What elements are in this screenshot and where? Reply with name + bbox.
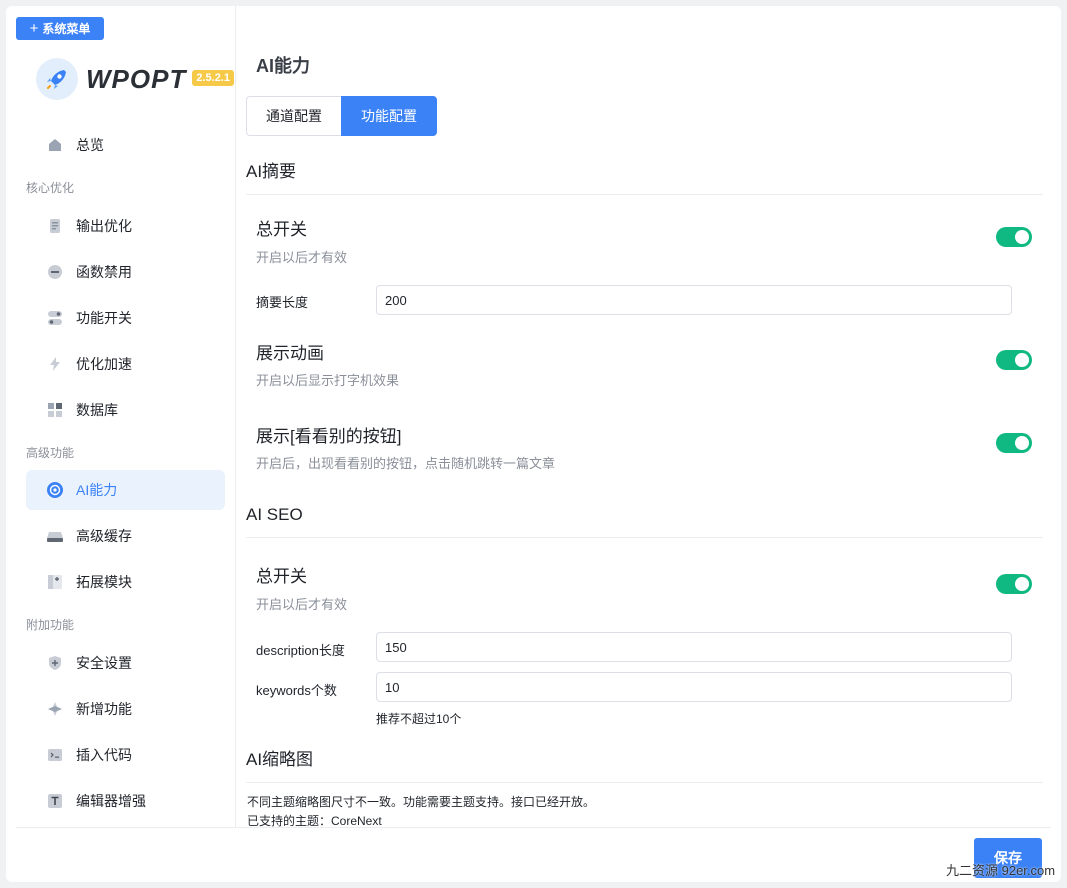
animation-desc: 开启以后显示打字机效果 (256, 373, 400, 388)
sidebar-item-label: 优化加速 (76, 356, 132, 372)
description-length-input[interactable] (376, 632, 1012, 662)
watermark: 九二资源 92er.com (946, 863, 1056, 878)
keywords-hint: 推荐不超过10个 (376, 712, 462, 726)
seo-master-switch-toggle[interactable] (996, 574, 1032, 594)
sidebar-item-feature-switch[interactable]: 功能开关 (26, 298, 225, 338)
extension-icon (46, 573, 64, 591)
sidebar-item-label: 函数禁用 (76, 264, 132, 280)
footer-divider (16, 827, 1051, 828)
sidebar-item-database[interactable]: 数据库 (26, 390, 225, 430)
summary-master-switch-desc: 开启以后才有效 (256, 250, 348, 265)
lightning-icon (46, 355, 64, 373)
shield-icon (46, 654, 64, 672)
summary-master-switch-toggle[interactable] (996, 227, 1032, 247)
seo-master-switch-desc: 开启以后才有效 (256, 597, 348, 612)
sidebar: + 系统菜单 WPOPT 2.5.2.1 总览 核心优化 输出优化 函数禁用 功… (6, 6, 236, 827)
tab-bar: 通道配置 功能配置 (246, 96, 437, 136)
sidebar-item-label: 插入代码 (76, 747, 132, 763)
tab-feature-config[interactable]: 功能配置 (341, 96, 437, 136)
thumbnail-note: 不同主题缩略图尺寸不一致。功能需要主题支持。接口已经开放。 (247, 795, 596, 809)
seo-master-switch-title: 总开关 (256, 567, 307, 586)
logo-text: WPOPT (86, 63, 187, 94)
sidebar-item-label: 总览 (76, 137, 104, 153)
section-ai-summary: AI摘要 (246, 157, 1043, 195)
sidebar-item-label: 高级缓存 (76, 528, 132, 544)
see-other-toggle[interactable] (996, 433, 1032, 453)
settings-panel: + 系统菜单 WPOPT 2.5.2.1 总览 核心优化 输出优化 函数禁用 功… (6, 6, 1061, 882)
system-menu-label: 系统菜单 (42, 22, 91, 36)
code-icon (46, 746, 64, 764)
sidebar-item-extension[interactable]: 拓展模块 (26, 562, 225, 602)
rocket-logo-icon (36, 58, 78, 100)
keywords-count-label: keywords个数 (256, 683, 337, 698)
tab-channel-config[interactable]: 通道配置 (246, 96, 341, 136)
section-ai-thumbnail: AI缩略图 (246, 745, 1043, 783)
sidebar-item-label: 新增功能 (76, 701, 132, 717)
nav-group-advanced: 高级功能 (26, 446, 75, 460)
sidebar-item-label: 编辑器增强 (76, 793, 146, 809)
see-other-title: 展示[看看别的按钮] (256, 427, 402, 446)
home-icon (46, 136, 64, 154)
section-ai-seo: AI SEO (246, 505, 1043, 538)
summary-length-input[interactable] (376, 285, 1012, 315)
sidebar-item-ai[interactable]: AI能力 (26, 470, 225, 510)
summary-master-switch-title: 总开关 (256, 220, 307, 239)
sidebar-item-new-features[interactable]: 新增功能 (26, 689, 225, 729)
keywords-count-input[interactable] (376, 672, 1012, 702)
sidebar-item-overview[interactable]: 总览 (26, 125, 225, 165)
sidebar-item-security[interactable]: 安全设置 (26, 643, 225, 683)
page-title: AI能力 (256, 56, 310, 76)
text-icon (46, 792, 64, 810)
sidebar-item-label: 安全设置 (76, 655, 132, 671)
plus-icon: + (29, 20, 39, 37)
document-icon (46, 217, 64, 235)
nav-group-extra: 附加功能 (26, 618, 75, 632)
system-menu-button[interactable]: + 系统菜单 (16, 17, 104, 40)
version-badge: 2.5.2.1 (192, 70, 234, 86)
sidebar-item-output-optimize[interactable]: 输出优化 (26, 206, 225, 246)
grid-icon (46, 401, 64, 419)
sidebar-item-label: 功能开关 (76, 310, 132, 326)
sparkle-icon (46, 700, 64, 718)
sidebar-item-editor-enhance[interactable]: 编辑器增强 (26, 781, 225, 821)
sidebar-item-label: 数据库 (76, 402, 118, 418)
see-other-desc: 开启后，出现看看别的按钮，点击随机跳转一篇文章 (256, 456, 556, 471)
sidebar-item-insert-code[interactable]: 插入代码 (26, 735, 225, 775)
animation-toggle[interactable] (996, 350, 1032, 370)
sidebar-item-label: 拓展模块 (76, 574, 132, 590)
sidebar-item-advanced-cache[interactable]: 高级缓存 (26, 516, 225, 556)
drive-icon (46, 527, 64, 545)
ai-icon (46, 481, 64, 499)
description-length-label: description长度 (256, 643, 345, 658)
summary-length-label: 摘要长度 (256, 295, 309, 310)
sidebar-item-function-disable[interactable]: 函数禁用 (26, 252, 225, 292)
animation-title: 展示动画 (256, 344, 324, 363)
sidebar-item-label: AI能力 (76, 482, 118, 498)
sidebar-item-label: 输出优化 (76, 218, 132, 234)
minus-circle-icon (46, 263, 64, 281)
logo: WPOPT 2.5.2.1 (36, 58, 234, 100)
toggle-icon (46, 309, 64, 327)
sidebar-item-speed-up[interactable]: 优化加速 (26, 344, 225, 384)
nav-group-core: 核心优化 (26, 181, 75, 195)
